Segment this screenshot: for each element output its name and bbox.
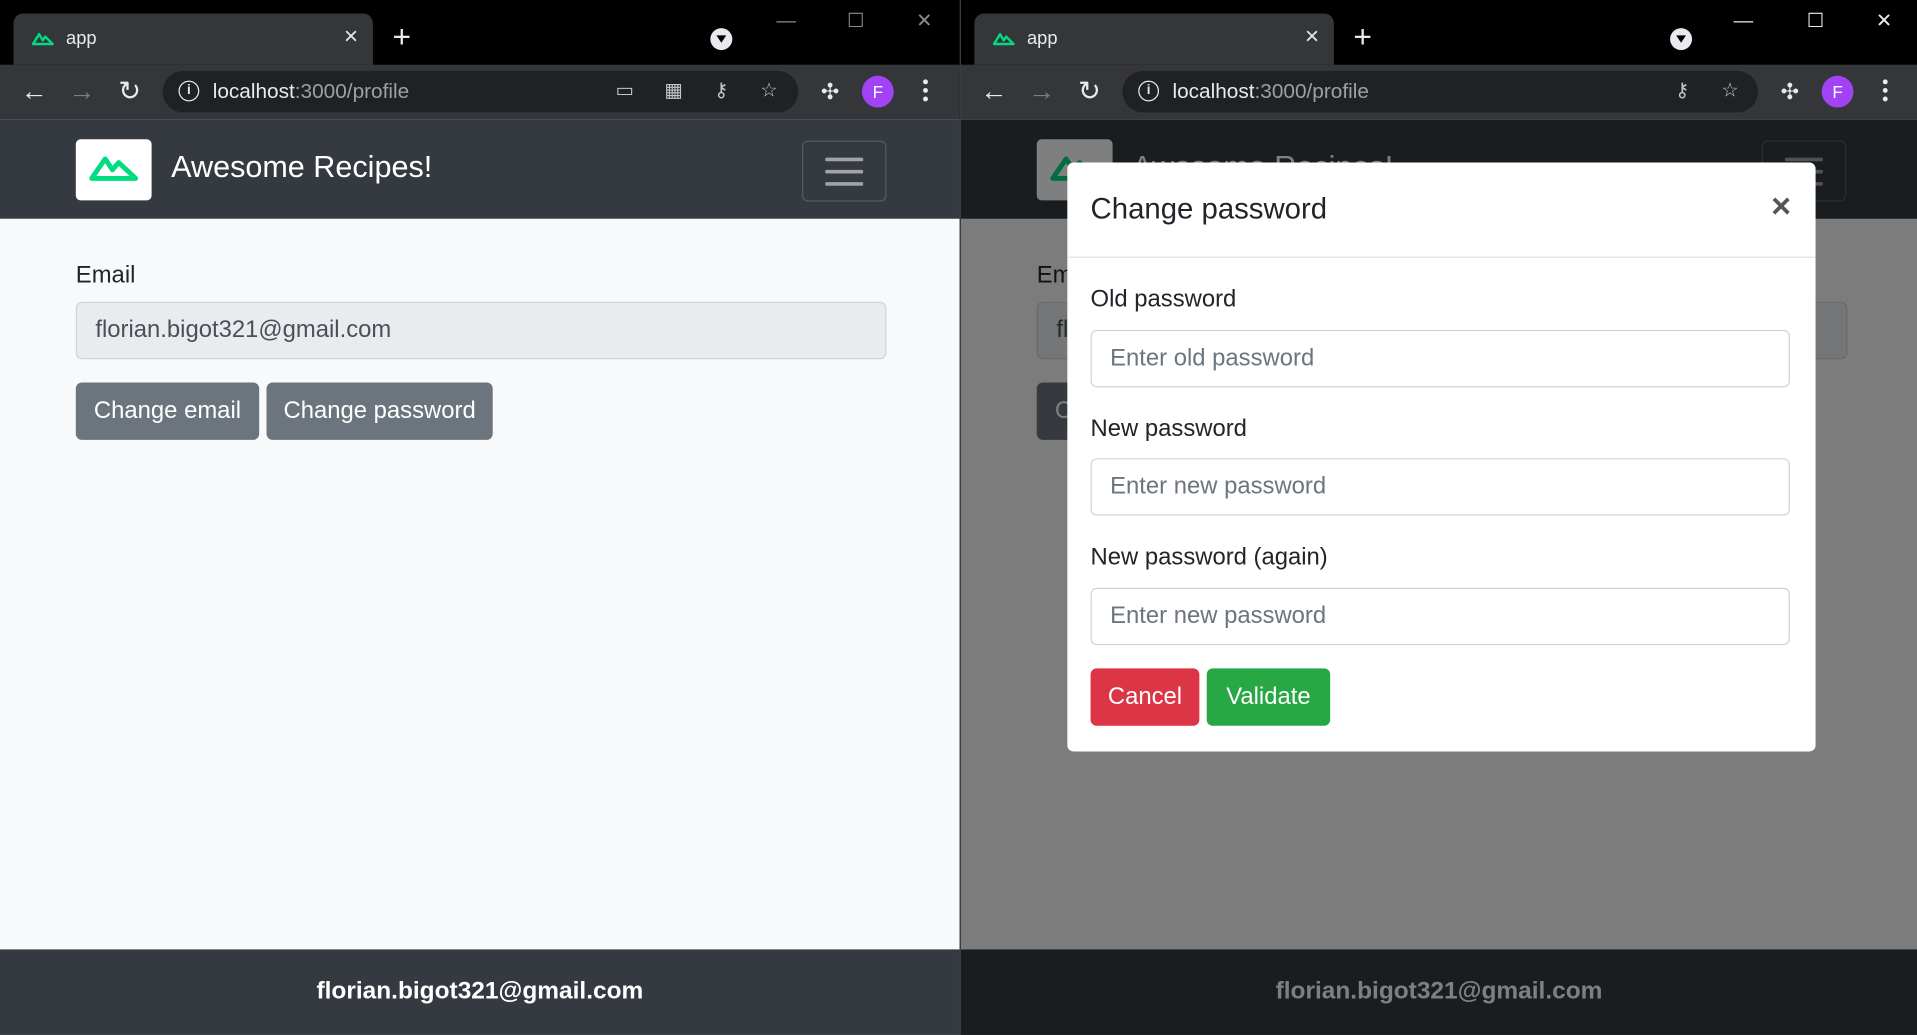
modal-title: Change password: [1090, 193, 1328, 227]
new-password-again-label: New password (again): [1090, 543, 1328, 571]
qr-code-icon[interactable]: ▦: [661, 79, 685, 103]
cancel-button[interactable]: Cancel: [1090, 668, 1200, 726]
brand-logo[interactable]: [75, 139, 152, 201]
kebab-menu-icon[interactable]: [1882, 79, 1889, 103]
back-arrow-icon[interactable]: ←: [979, 78, 1008, 107]
tab-title: app: [1026, 28, 1058, 49]
minimize-icon[interactable]: —: [774, 10, 798, 34]
new-password-again-field[interactable]: Enter new password: [1090, 587, 1790, 646]
site-info-icon[interactable]: i: [1138, 80, 1160, 102]
maximize-icon[interactable]: ☐: [844, 10, 868, 34]
tab-strip: app × + — ☐ ✕: [960, 0, 1917, 65]
app-navbar: Awesome Recipes!: [0, 119, 960, 219]
reload-icon[interactable]: ↻: [1075, 78, 1104, 107]
tab-close-icon[interactable]: ×: [1305, 24, 1319, 48]
navbar-toggler-button[interactable]: [802, 140, 887, 202]
brand-name[interactable]: Awesome Recipes!: [171, 150, 432, 185]
site-info-icon[interactable]: i: [178, 80, 200, 102]
app-footer: florian.bigot321@gmail.com: [0, 949, 960, 1035]
minimize-icon[interactable]: —: [1731, 10, 1755, 34]
new-password-label: New password: [1090, 415, 1247, 443]
reload-icon[interactable]: ↻: [115, 78, 144, 107]
key-icon[interactable]: ⚷: [1670, 79, 1694, 103]
star-icon[interactable]: ☆: [1718, 79, 1742, 103]
browser-tab[interactable]: app ×: [13, 13, 373, 65]
close-icon[interactable]: ×: [1771, 189, 1791, 223]
validate-button[interactable]: Validate: [1206, 668, 1331, 726]
browser-toolbar: ← → ↻ i localhost:3000/profile ▭ ▦ ⚷ ☆ ✣…: [0, 64, 960, 120]
star-icon[interactable]: ☆: [757, 79, 781, 103]
tab-close-icon[interactable]: ×: [344, 24, 358, 48]
maximize-icon[interactable]: ☐: [1803, 10, 1827, 34]
browser-tab[interactable]: app ×: [974, 13, 1334, 65]
modal-header: Change password ×: [1067, 163, 1816, 258]
cast-icon[interactable]: ▭: [613, 79, 637, 103]
old-password-field[interactable]: Enter old password: [1090, 329, 1790, 388]
footer-user-email: florian.bigot321@gmail.com: [316, 977, 644, 1005]
browser-window-right: app × + — ☐ ✕ ← → ↻ i localhost:3000/pro…: [960, 0, 1917, 1035]
profile-avatar[interactable]: F: [861, 75, 894, 108]
page-viewport: Awesome Recipes! Email florian.bigot321@…: [960, 119, 1917, 1035]
puzzle-icon[interactable]: ✣: [817, 78, 844, 105]
forward-arrow-icon[interactable]: →: [1027, 78, 1056, 107]
new-tab-icon[interactable]: +: [392, 21, 411, 53]
kebab-menu-icon[interactable]: [922, 79, 929, 103]
change-password-modal: Change password × Old password Enter old…: [1067, 162, 1816, 752]
address-bar[interactable]: i localhost:3000/profile ▭ ▦ ⚷ ☆: [162, 70, 799, 113]
browser-toolbar: ← → ↻ i localhost:3000/profile ⚷ ☆ ✣ F: [960, 64, 1917, 120]
page-viewport: Awesome Recipes! Email florian.bigot321@…: [0, 119, 960, 1035]
tab-search-icon[interactable]: [710, 28, 733, 51]
tab-search-icon[interactable]: [1670, 28, 1693, 51]
new-password-field[interactable]: Enter new password: [1090, 458, 1790, 516]
back-arrow-icon[interactable]: ←: [20, 78, 49, 107]
url-text[interactable]: localhost:3000/profile: [213, 79, 409, 103]
email-field[interactable]: florian.bigot321@gmail.com: [75, 301, 887, 360]
nuxt-logo-icon: [992, 32, 1015, 46]
screenshot-stage: app × + — ☐ ✕ ← → ↻ i localhost:3000/pro…: [0, 0, 1917, 1035]
key-icon[interactable]: ⚷: [709, 79, 733, 103]
email-label: Email: [75, 261, 136, 289]
change-email-button[interactable]: Change email: [75, 382, 260, 440]
new-tab-icon[interactable]: +: [1353, 21, 1372, 53]
url-text[interactable]: localhost:3000/profile: [1172, 79, 1368, 103]
profile-avatar[interactable]: F: [1821, 75, 1854, 108]
forward-arrow-icon[interactable]: →: [67, 78, 96, 107]
address-bar[interactable]: i localhost:3000/profile ⚷ ☆: [1122, 70, 1759, 113]
old-password-label: Old password: [1090, 285, 1237, 313]
close-window-icon[interactable]: ✕: [912, 10, 936, 34]
tab-strip: app × + — ☐ ✕: [0, 0, 960, 65]
tab-title: app: [66, 28, 97, 49]
puzzle-icon[interactable]: ✣: [1776, 78, 1803, 105]
browser-window-left: app × + — ☐ ✕ ← → ↻ i localhost:3000/pro…: [0, 0, 960, 1035]
nuxt-logo-icon: [89, 156, 139, 181]
close-window-icon[interactable]: ✕: [1872, 10, 1896, 34]
nuxt-logo-icon: [31, 32, 54, 46]
change-password-button[interactable]: Change password: [266, 382, 493, 440]
